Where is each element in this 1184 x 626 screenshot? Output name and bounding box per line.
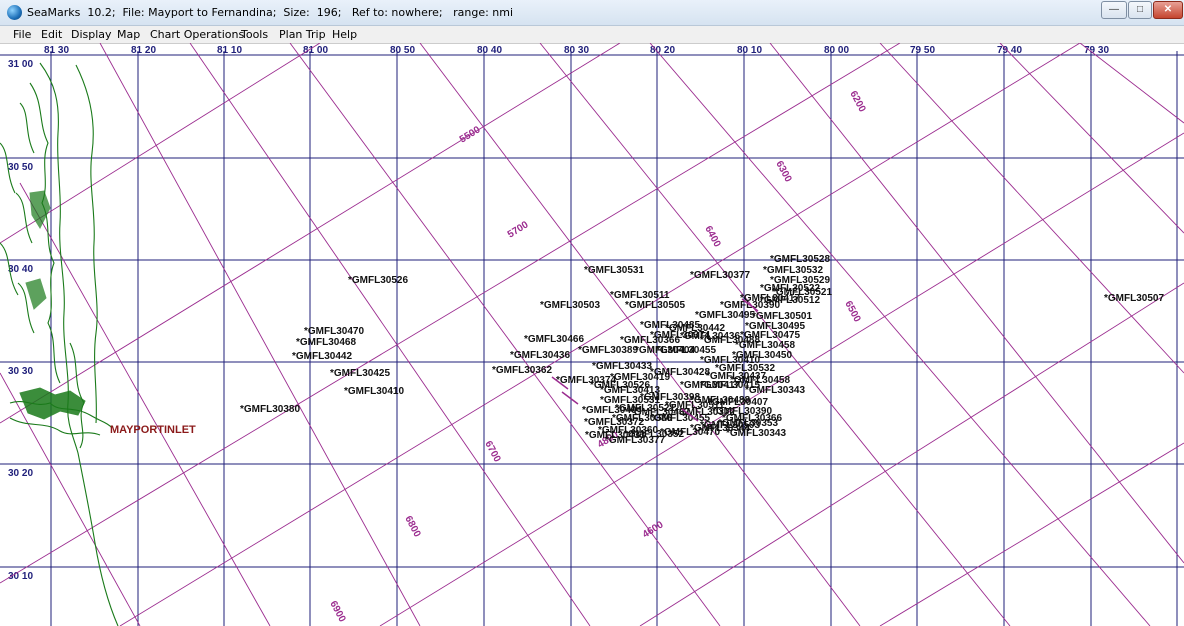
longitude-label: 80 50: [390, 45, 415, 56]
waypoint-marker[interactable]: *GMFL30362: [492, 365, 552, 376]
loran-line: [879, 42, 1184, 374]
waypoint-marker[interactable]: *GMFL30503: [700, 420, 760, 431]
waypoint-marker[interactable]: *GMFL30488: [690, 395, 750, 406]
loran-label: 5500: [458, 124, 483, 145]
longitude-label: 81 20: [131, 45, 156, 56]
longitude-label: 79 30: [1084, 45, 1109, 56]
waypoint-marker[interactable]: *GMFL30442: [292, 351, 352, 362]
latitude-label: 31 00: [8, 59, 33, 70]
latitude-label: 30 10: [8, 571, 33, 582]
waypoint-marker[interactable]: *GMFL30343: [745, 385, 805, 396]
waypoint-marker[interactable]: *GMFL30377: [690, 270, 750, 281]
waypoint-marker[interactable]: *GMFL30436: [680, 331, 740, 342]
waypoint-marker[interactable]: *GMFL30507: [1104, 293, 1164, 304]
longitude-label: 80 30: [564, 45, 589, 56]
longitude-label: 80 20: [650, 45, 675, 56]
latitude-label: 30 40: [8, 264, 33, 275]
loran-label: 5700: [506, 219, 531, 240]
chart-area[interactable]: 81 30 81 20 81 10 81 00 80 50 80 40 80 30 80 20…: [0, 42, 1184, 626]
waypoint-marker[interactable]: *GMFL30532: [715, 363, 775, 374]
latitude-label: 30 20: [8, 468, 33, 479]
loran-line: [119, 42, 1081, 626]
waypoint-marker[interactable]: *GMFL30526: [348, 275, 408, 286]
menu-display[interactable]: Display: [71, 28, 112, 41]
menu-chart-operations[interactable]: Chart Operations: [150, 28, 244, 41]
loran-label: 6700: [482, 439, 502, 464]
waypoint-marker[interactable]: *GMFL30410: [344, 386, 404, 397]
waypoint-marker[interactable]: *GMFL30526: [590, 380, 650, 391]
coastline: [9, 417, 101, 436]
waypoint-marker[interactable]: *GMFL30495: [695, 310, 755, 321]
menu-tools[interactable]: Tools: [241, 28, 268, 41]
waypoint-marker[interactable]: *GMFL30377: [605, 435, 665, 446]
minimize-button[interactable]: —: [1101, 1, 1127, 19]
latitude-label: 30 30: [8, 366, 33, 377]
menu-edit[interactable]: Edit: [41, 28, 62, 41]
waypoint-marker[interactable]: *GMFL30372: [675, 407, 735, 418]
waypoint-marker[interactable]: *GMFL30466: [524, 334, 584, 345]
longitude-label: 81 00: [303, 45, 328, 56]
longitude-label: 79 40: [997, 45, 1022, 56]
menu-help[interactable]: Help: [332, 28, 357, 41]
waypoint-marker[interactable]: *GMFL30436: [510, 350, 570, 361]
longitude-label: 80 10: [737, 45, 762, 56]
loran-line: [999, 42, 1184, 234]
maximize-button[interactable]: □: [1128, 1, 1152, 19]
marsh-area: [19, 387, 86, 420]
coastline: [29, 82, 61, 384]
waypoint-marker[interactable]: *GMFL30531: [584, 265, 644, 276]
waypoint-marker[interactable]: *GMFL30468: [296, 337, 356, 348]
loran-label: 6400: [702, 224, 722, 249]
waypoint-marker[interactable]: *GMFL30425: [330, 368, 390, 379]
menu-plan-trip[interactable]: Plan Trip: [279, 28, 326, 41]
waypoint-marker[interactable]: *GMFL30505: [625, 300, 685, 311]
nautical-chart[interactable]: 81 30 81 20 81 10 81 00 80 50 80 40 80 30 80 20…: [0, 42, 1184, 626]
longitude-label: 79 50: [910, 45, 935, 56]
longitude-label: 80 00: [824, 45, 849, 56]
loran-label: 6800: [402, 514, 422, 539]
waypoint-marker[interactable]: *GMFL30503: [540, 300, 600, 311]
waypoint-marker[interactable]: *GMFL30428: [650, 367, 710, 378]
longitude-label: 80 40: [477, 45, 502, 56]
coastline: [75, 64, 98, 424]
track-mark: [561, 391, 579, 405]
close-button[interactable]: ✕: [1153, 1, 1183, 19]
loran-line: [99, 42, 421, 626]
menu-file[interactable]: File: [13, 28, 31, 41]
latitude-label: 30 50: [8, 162, 33, 173]
waypoint-marker[interactable]: *GMFL30417: [740, 293, 800, 304]
loran-label: 4600: [641, 519, 666, 540]
longitude-label: 81 10: [217, 45, 242, 56]
waypoint-marker[interactable]: *GMFL30389: [578, 345, 638, 356]
waypoint-marker[interactable]: *GMFL30433: [592, 361, 652, 372]
waypoint-marker[interactable]: *GMFL30380: [240, 404, 300, 415]
loran-label: 6300: [773, 159, 793, 184]
loran-label: 6200: [847, 89, 867, 114]
globe-icon[interactable]: [7, 5, 22, 20]
coastline: [39, 62, 119, 626]
waypoint-marker[interactable]: *GMFL30404: [635, 345, 695, 356]
menu-bar: File Edit Display Map Chart Operations T…: [0, 26, 1184, 43]
title-bar: SeaMarks 10.2; File: Mayport to Fernandi…: [0, 0, 1184, 26]
waypoint-marker[interactable]: *GMFL30470: [304, 326, 364, 337]
loran-label: 6500: [842, 299, 862, 324]
longitude-label: 81 30: [44, 45, 69, 56]
marsh-area: [25, 190, 51, 310]
loran-line: [879, 442, 1184, 626]
landmark-label: MAYPORTINLET: [110, 424, 196, 436]
window-title: SeaMarks 10.2; File: Mayport to Fernandi…: [27, 6, 514, 19]
menu-map[interactable]: Map: [117, 28, 140, 41]
loran-label: 6900: [327, 599, 347, 624]
waypoint-marker[interactable]: *GMFL30528: [770, 254, 830, 265]
